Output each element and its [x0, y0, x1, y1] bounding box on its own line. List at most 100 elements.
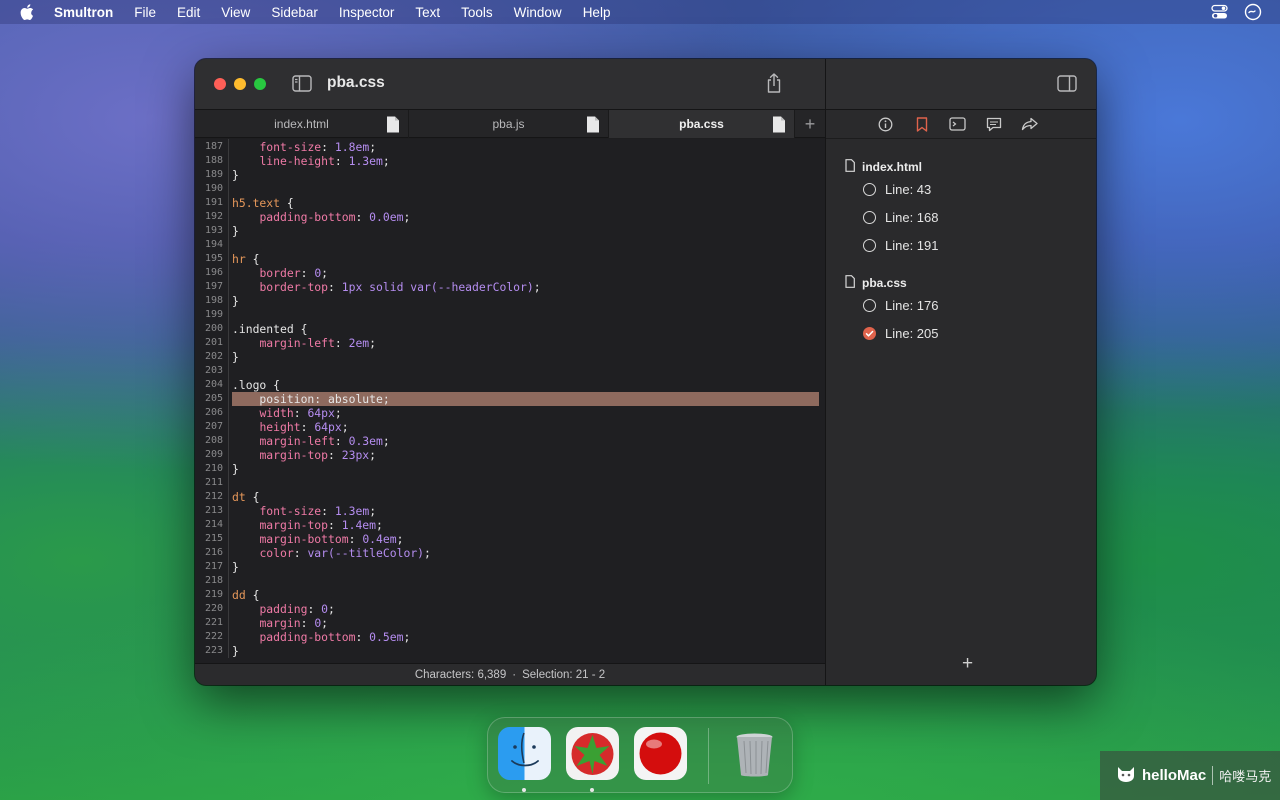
code-line[interactable]: 190 — [195, 182, 825, 196]
code-line[interactable]: 206 width: 64px; — [195, 406, 825, 420]
siri-icon[interactable] — [1244, 3, 1262, 24]
bookmark-item[interactable]: Line: 176 — [863, 298, 939, 313]
code-line[interactable]: 204 .logo { — [195, 378, 825, 392]
code-line[interactable]: 200 .indented { — [195, 322, 825, 336]
code-token: } — [232, 168, 239, 182]
menu-tools[interactable]: Tools — [461, 5, 493, 20]
menu-app-name[interactable]: Smultron — [54, 5, 113, 20]
code-line[interactable]: 191 h5.text { — [195, 196, 825, 210]
code-line[interactable]: 194 — [195, 238, 825, 252]
bookmark-radio[interactable] — [863, 299, 876, 312]
control-center-icon[interactable] — [1211, 4, 1228, 23]
bookmark-group-pba-css[interactable]: pba.css — [845, 275, 907, 291]
code-line[interactable]: 217} — [195, 560, 825, 574]
code-line[interactable]: 222 padding-bottom: 0.5em; — [195, 630, 825, 644]
code-line[interactable]: 216 color: var(--titleColor); — [195, 546, 825, 560]
info-icon[interactable] — [877, 115, 895, 133]
code-line[interactable]: 192 padding-bottom: 0.0em; — [195, 210, 825, 224]
code-token: ; — [334, 406, 342, 420]
menu-help[interactable]: Help — [583, 5, 611, 20]
bookmark-label: Line: 168 — [885, 210, 939, 225]
bookmark-radio[interactable] — [863, 211, 876, 224]
code-token: ; — [382, 154, 390, 168]
line-number: 217 — [204, 561, 223, 572]
code-token: : — [328, 518, 342, 532]
code-line[interactable]: 210} — [195, 462, 825, 476]
menu-window[interactable]: Window — [514, 5, 562, 20]
code-line[interactable]: 198} — [195, 294, 825, 308]
apple-icon[interactable] — [20, 4, 34, 20]
code-line[interactable]: 202} — [195, 350, 825, 364]
code-line[interactable]: 197 border-top: 1px solid var(--headerCo… — [195, 280, 825, 294]
code-line[interactable]: 199 — [195, 308, 825, 322]
code-line[interactable]: 219 dd { — [195, 588, 825, 602]
code-line[interactable]: 214 margin-top: 1.4em; — [195, 518, 825, 532]
code-line[interactable]: 201 margin-left: 2em; — [195, 336, 825, 350]
code-line[interactable]: 187 font-size: 1.8em; — [195, 140, 825, 154]
bookmark-item[interactable]: Line: 168 — [863, 210, 939, 225]
code-line[interactable]: 220 padding: 0; — [195, 602, 825, 616]
inspector-toggle-icon[interactable] — [1057, 75, 1077, 92]
code-line-highlighted[interactable]: 205 position: absolute; — [195, 392, 825, 406]
code-token: ; — [369, 336, 377, 350]
bookmark-radio[interactable] — [863, 183, 876, 196]
line-code: border: 0; — [232, 266, 328, 280]
code-line[interactable]: 218 — [195, 574, 825, 588]
finder-icon[interactable] — [498, 727, 551, 780]
code-line[interactable]: 208 margin-left: 0.3em; — [195, 434, 825, 448]
code-line[interactable]: 189} — [195, 168, 825, 182]
code-line[interactable]: 195 hr { — [195, 252, 825, 266]
trash-icon[interactable] — [728, 727, 781, 780]
code-token: : — [300, 420, 315, 434]
add-tab-button[interactable]: + — [795, 110, 825, 138]
checkmark-icon[interactable] — [863, 327, 876, 340]
zoom-button[interactable] — [254, 78, 266, 90]
tab-pba-css[interactable]: pba.css — [609, 110, 795, 138]
code-token: ; — [369, 140, 377, 154]
comment-icon[interactable] — [985, 115, 1003, 133]
add-bookmark-button[interactable]: + — [962, 654, 973, 673]
menu-inspector[interactable]: Inspector — [339, 5, 395, 20]
code-line[interactable]: 212 dt { — [195, 490, 825, 504]
tab-index-html[interactable]: index.html — [195, 110, 409, 138]
menu-edit[interactable]: Edit — [177, 5, 200, 20]
red-ball-app-icon[interactable] — [634, 727, 687, 780]
line-code: margin-left: 2em; — [232, 336, 376, 350]
code-line[interactable]: 215 margin-bottom: 0.4em; — [195, 532, 825, 546]
sidebar-toggle-icon[interactable] — [292, 75, 312, 92]
minimize-button[interactable] — [234, 78, 246, 90]
line-number: 205 — [204, 393, 223, 404]
bookmark-icon[interactable] — [913, 115, 931, 133]
code-line[interactable]: 207 height: 64px; — [195, 420, 825, 434]
gutter-divider — [228, 378, 229, 392]
menu-text[interactable]: Text — [415, 5, 440, 20]
code-line[interactable]: 223} — [195, 644, 825, 658]
code-line[interactable]: 209 margin-top: 23px; — [195, 448, 825, 462]
code-line[interactable]: 188 line-height: 1.3em; — [195, 154, 825, 168]
code-line[interactable]: 213 font-size: 1.3em; — [195, 504, 825, 518]
code-line[interactable]: 193} — [195, 224, 825, 238]
bookmark-radio[interactable] — [863, 239, 876, 252]
smultron-icon[interactable] — [566, 727, 619, 780]
gutter-divider — [228, 224, 229, 238]
bookmark-item[interactable]: Line: 43 — [863, 182, 931, 197]
menu-view[interactable]: View — [221, 5, 250, 20]
close-button[interactable] — [214, 78, 226, 90]
menu-sidebar[interactable]: Sidebar — [271, 5, 318, 20]
code-editor[interactable]: 187 font-size: 1.8em; 188 line-height: 1.… — [195, 139, 825, 663]
bookmark-item[interactable]: Line: 191 — [863, 238, 939, 253]
code-line[interactable]: 221 margin: 0; — [195, 616, 825, 630]
code-line[interactable]: 203 — [195, 364, 825, 378]
share-arrow-icon[interactable] — [1021, 115, 1039, 133]
code-line[interactable]: 196 border: 0; — [195, 266, 825, 280]
terminal-icon[interactable] — [949, 115, 967, 133]
bookmark-group-index-html[interactable]: index.html — [845, 159, 922, 175]
tab-pba-js[interactable]: pba.js — [409, 110, 609, 138]
window-title: pba.css — [327, 74, 385, 91]
code-line[interactable]: 211 — [195, 476, 825, 490]
running-indicator — [590, 788, 594, 792]
line-code: height: 64px; — [232, 420, 348, 434]
menu-file[interactable]: File — [134, 5, 156, 20]
share-icon[interactable] — [765, 72, 783, 94]
bookmark-item-checked[interactable]: Line: 205 — [863, 326, 939, 341]
